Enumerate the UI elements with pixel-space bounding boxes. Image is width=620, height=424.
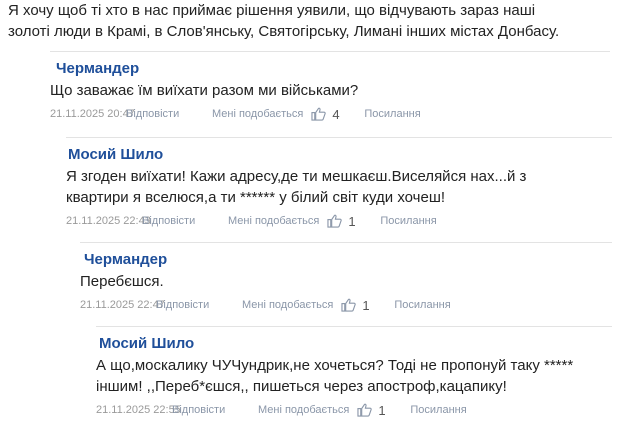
comment-reply-3: Чермандер Перебєшся. 21.11.2025 22:47 Ві… <box>80 242 612 314</box>
permalink[interactable]: Посилання <box>380 215 436 227</box>
like-count: 1 <box>362 297 370 313</box>
comment-meta: 21.11.2025 20:47 Відповісти Мені подобає… <box>50 105 610 123</box>
thumbs-up-icon[interactable] <box>357 403 373 417</box>
permalink[interactable]: Посилання <box>364 108 420 120</box>
thumbs-up-icon[interactable] <box>341 298 357 312</box>
comment-divider <box>66 137 612 138</box>
comment-reply-2: Мосий Шило Я згоден виїхати! Кажи адресу… <box>66 137 612 230</box>
reply-link[interactable]: Відповісти <box>126 108 212 120</box>
comment-author[interactable]: Мосий Шило <box>68 146 612 164</box>
comment-line: А що,москалику ЧУЧундрик,не хочеться? То… <box>96 357 574 374</box>
parent-comment-line: золоті люди в Крамі, в Слов'янську, Свят… <box>8 23 560 40</box>
comment-meta: 21.11.2025 22:43 Відповісти Мені подобає… <box>66 212 612 230</box>
comment-author[interactable]: Мосий Шило <box>99 335 612 353</box>
comment-date: 21.11.2025 22:55 <box>96 404 181 416</box>
comment-meta: 21.11.2025 22:47 Відповісти Мені подобає… <box>80 296 612 314</box>
like-link[interactable]: Мені подобається <box>258 404 349 416</box>
comment-author[interactable]: Чермандер <box>56 60 610 78</box>
comment-line: Я згоден виїхати! Кажи адресу,де ти мешк… <box>66 168 527 185</box>
comment-body: Що заважає їм виїхати разом ми військами… <box>50 80 610 101</box>
comment-body: А що,москалику ЧУЧундрик,не хочеться? То… <box>96 355 612 397</box>
comment-divider <box>50 51 610 52</box>
comment-divider <box>80 242 612 243</box>
comment-meta: 21.11.2025 22:55 Відповісти Мені подобає… <box>96 401 612 419</box>
reply-link[interactable]: Відповісти <box>142 215 228 227</box>
permalink[interactable]: Посилання <box>410 404 466 416</box>
comment-reply-1: Чермандер Що заважає їм виїхати разом ми… <box>50 51 610 123</box>
thumbs-up-icon[interactable] <box>311 107 327 121</box>
comment-line: іншим! ,,Переб*єшся,, пишеться через апо… <box>96 378 507 395</box>
comment-date: 21.11.2025 22:47 <box>80 299 165 311</box>
comment-body: Перебєшся. <box>80 271 612 292</box>
like-count: 1 <box>378 402 386 418</box>
reply-link[interactable]: Відповісти <box>172 404 258 416</box>
comment-line: Що заважає їм виїхати разом ми військами… <box>50 82 359 99</box>
comment-date: 21.11.2025 20:47 <box>50 108 135 120</box>
permalink[interactable]: Посилання <box>394 299 450 311</box>
like-link[interactable]: Мені подобається <box>228 215 319 227</box>
comment-date: 21.11.2025 22:43 <box>66 215 151 227</box>
reply-link[interactable]: Відповісти <box>156 299 242 311</box>
like-count: 4 <box>332 106 340 122</box>
comment-line: квартири я вселюся,а ти ****** у білий с… <box>66 189 446 206</box>
parent-comment-text: Я хочу щоб ті хто в нас приймає рішення … <box>8 0 612 42</box>
comment-author[interactable]: Чермандер <box>84 251 612 269</box>
like-link[interactable]: Мені подобається <box>212 108 303 120</box>
like-link[interactable]: Мені подобається <box>242 299 333 311</box>
thumbs-up-icon[interactable] <box>327 214 343 228</box>
comment-body: Я згоден виїхати! Кажи адресу,де ти мешк… <box>66 166 612 208</box>
comment-line: Перебєшся. <box>80 273 164 290</box>
comment-divider <box>96 326 612 327</box>
comment-reply-4: Мосий Шило А що,москалику ЧУЧундрик,не х… <box>96 326 612 419</box>
parent-comment-line: Я хочу щоб ті хто в нас приймає рішення … <box>8 2 536 19</box>
like-count: 1 <box>348 213 356 229</box>
